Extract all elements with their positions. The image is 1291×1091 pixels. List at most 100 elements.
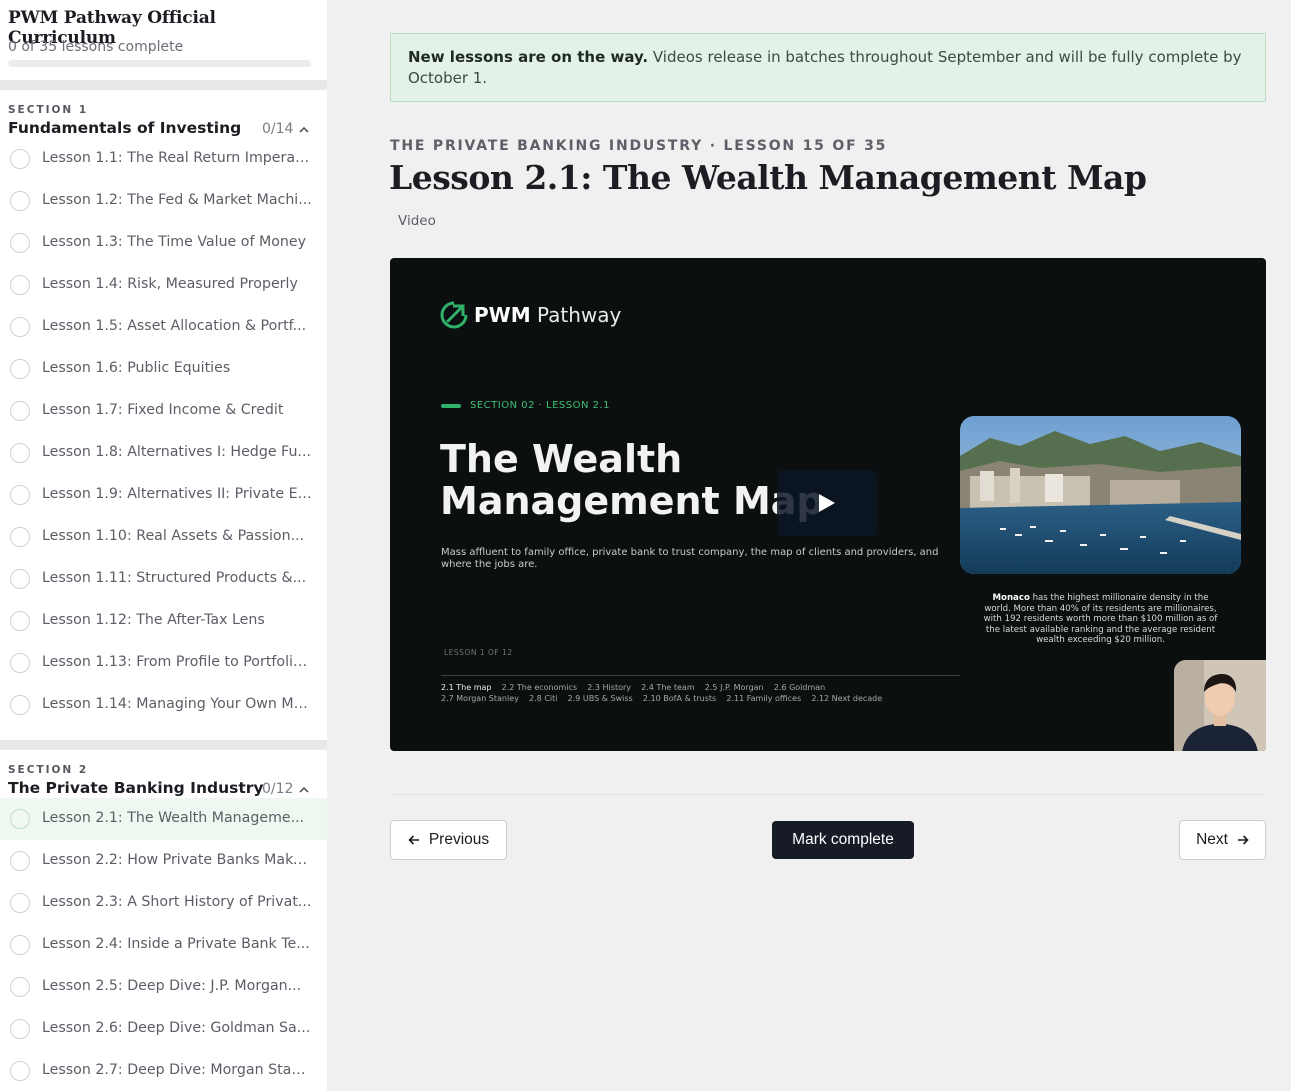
lesson-status-circle-icon (10, 893, 30, 913)
lesson-label: Lesson 2.5: Deep Dive: J.P. Morgan... (42, 978, 302, 994)
section-count: 0/12 (262, 781, 294, 797)
lesson-item[interactable]: Lesson 1.4: Risk, Measured Properly (0, 264, 327, 306)
toc-item: 2.1 The map (441, 683, 492, 692)
lesson-status-circle-icon (10, 977, 30, 997)
mark-complete-label: Mark complete (792, 831, 894, 848)
lesson-item[interactable]: Lesson 2.5: Deep Dive: J.P. Morgan... (0, 966, 327, 1008)
video-kicker: SECTION 02 · LESSON 2.1 (470, 400, 611, 411)
video-brand: PWM Pathway (474, 303, 621, 327)
chevron-up-icon[interactable] (299, 125, 309, 135)
lesson-item[interactable]: Lesson 1.1: The Real Return Imperati... (0, 138, 327, 180)
toc-item: 2.7 Morgan Stanley (441, 694, 519, 703)
section-1: SECTION 1 Fundamentals of Investing 0/14… (0, 90, 327, 740)
toc-item: 2.8 Citi (529, 694, 558, 703)
presenter-webcam (1174, 660, 1266, 751)
lesson-item[interactable]: Lesson 1.14: Managing Your Own Mo... (0, 684, 327, 726)
lesson-label: Lesson 1.11: Structured Products &... (42, 570, 307, 586)
toc-item: 2.6 Goldman (773, 683, 826, 692)
lesson-label: Lesson 1.5: Asset Allocation & Portf... (42, 318, 307, 334)
lesson-status-circle-icon (10, 1019, 30, 1039)
section-title[interactable]: The Private Banking Industry (8, 779, 264, 797)
lesson-item[interactable]: Lesson 2.4: Inside a Private Bank Te... (0, 924, 327, 966)
lesson-item[interactable]: Lesson 1.5: Asset Allocation & Portf... (0, 306, 327, 348)
sidebar: PWM Pathway Official Curriculum 0 of 35 … (0, 0, 327, 1091)
lesson-label: Lesson 2.7: Deep Dive: Morgan Stan... (42, 1062, 312, 1078)
caption-bold: Monaco (992, 593, 1030, 603)
lesson-item[interactable]: Lesson 1.11: Structured Products &... (0, 558, 327, 600)
toc-item: 2.5 J.P. Morgan (704, 683, 764, 692)
lesson-label: Lesson 1.8: Alternatives I: Hedge Fu... (42, 444, 311, 460)
video-title-line1: The Wealth (440, 437, 683, 481)
lesson-item[interactable]: Lesson 1.10: Real Assets & Passion... (0, 516, 327, 558)
lesson-item-active[interactable]: Lesson 2.1: The Wealth Manageme... (0, 798, 327, 840)
arrow-right-icon (1237, 835, 1249, 845)
lesson-label: Lesson 1.7: Fixed Income & Credit (42, 402, 284, 418)
lesson-item[interactable]: Lesson 1.13: From Profile to Portfolio..… (0, 642, 327, 684)
divider (390, 794, 1266, 795)
play-icon (819, 494, 835, 512)
video-slide-subtitle: Mass affluent to family office, private … (441, 547, 939, 570)
toc-item: 2.3 History (587, 683, 631, 692)
next-button[interactable]: Next (1179, 820, 1266, 860)
lesson-status-circle-icon (10, 1061, 30, 1081)
video-brand-light: Pathway (530, 303, 622, 327)
lesson-item[interactable]: Lesson 1.7: Fixed Income & Credit (0, 390, 327, 432)
lesson-status-circle-icon (10, 527, 30, 547)
lesson-status-circle-icon (10, 443, 30, 463)
lesson-label: Lesson 1.4: Risk, Measured Properly (42, 276, 298, 292)
lesson-item[interactable]: Lesson 1.12: The After-Tax Lens (0, 600, 327, 642)
previous-button[interactable]: Previous (390, 820, 507, 860)
course-header: PWM Pathway Official Curriculum 0 of 35 … (0, 0, 327, 80)
lesson-label: Lesson 1.1: The Real Return Imperati... (42, 150, 312, 166)
kicker-dash (441, 404, 461, 408)
lesson-item[interactable]: Lesson 2.3: A Short History of Privat... (0, 882, 327, 924)
lesson-label: Lesson 2.3: A Short History of Privat... (42, 894, 312, 910)
lesson-type-badge: Video (398, 213, 436, 229)
video-divider (441, 675, 960, 676)
chevron-up-icon[interactable] (299, 785, 309, 795)
lesson-status-circle-icon (10, 935, 30, 955)
lesson-status-circle-icon (10, 809, 30, 829)
video-lesson-count: LESSON 1 OF 12 (444, 648, 513, 657)
video-toc: 2.1 The map 2.2 The economics 2.3 Histor… (441, 682, 1001, 704)
course-progress-bar (8, 60, 311, 67)
toc-item: 2.4 The team (641, 683, 695, 692)
lesson-label: Lesson 2.2: How Private Banks Make... (42, 852, 312, 868)
video-player[interactable]: PWM Pathway SECTION 02 · LESSON 2.1 The … (390, 258, 1266, 751)
lesson-item[interactable]: Lesson 1.2: The Fed & Market Machi... (0, 180, 327, 222)
lesson-label: Lesson 1.13: From Profile to Portfolio..… (42, 654, 312, 670)
lesson-item[interactable]: Lesson 1.3: The Time Value of Money (0, 222, 327, 264)
previous-label: Previous (428, 831, 490, 848)
lesson-item[interactable]: Lesson 2.2: How Private Banks Make... (0, 840, 327, 882)
video-toc-row: 2.7 Morgan Stanley 2.8 Citi 2.9 UBS & Sw… (441, 693, 1001, 704)
lesson-status-circle-icon (10, 359, 30, 379)
lesson-label: Lesson 1.14: Managing Your Own Mo... (42, 696, 312, 712)
arrow-left-icon (408, 835, 419, 845)
lesson-status-circle-icon (10, 653, 30, 673)
course-progress-text: 0 of 35 lessons complete (8, 39, 184, 55)
lesson-label: Lesson 1.10: Real Assets & Passion... (42, 528, 305, 544)
mark-complete-button[interactable]: Mark complete (772, 821, 914, 859)
section-title[interactable]: Fundamentals of Investing (8, 119, 241, 137)
lesson-label: Lesson 1.2: The Fed & Market Machi... (42, 192, 312, 208)
lesson-label: Lesson 2.6: Deep Dive: Goldman Sa... (42, 1020, 311, 1036)
lesson-label: Lesson 1.6: Public Equities (42, 360, 231, 376)
section-eyebrow: SECTION 2 (8, 764, 89, 776)
lesson-status-circle-icon (10, 275, 30, 295)
lesson-item[interactable]: Lesson 1.9: Alternatives II: Private Eq.… (0, 474, 327, 516)
lesson-label: Lesson 1.3: The Time Value of Money (42, 234, 307, 250)
lesson-label: Lesson 1.9: Alternatives II: Private Eq.… (42, 486, 312, 502)
section-2: SECTION 2 The Private Banking Industry 0… (0, 750, 327, 1091)
section-eyebrow: SECTION 1 (8, 104, 89, 116)
lesson-item[interactable]: Lesson 1.6: Public Equities (0, 348, 327, 390)
lesson-item[interactable]: Lesson 2.6: Deep Dive: Goldman Sa... (0, 1008, 327, 1050)
video-brand-bold: PWM (474, 303, 531, 327)
next-label: Next (1196, 831, 1228, 848)
toc-item: 2.11 Family offices (726, 694, 802, 703)
lesson-item[interactable]: Lesson 1.8: Alternatives I: Hedge Fu... (0, 432, 327, 474)
play-button[interactable] (777, 470, 877, 536)
lesson-status-circle-icon (10, 851, 30, 871)
video-title-line2: Management Map (440, 479, 824, 523)
lesson-item[interactable]: Lesson 2.7: Deep Dive: Morgan Stan... (0, 1050, 327, 1091)
toc-item: 2.9 UBS & Swiss (567, 694, 633, 703)
